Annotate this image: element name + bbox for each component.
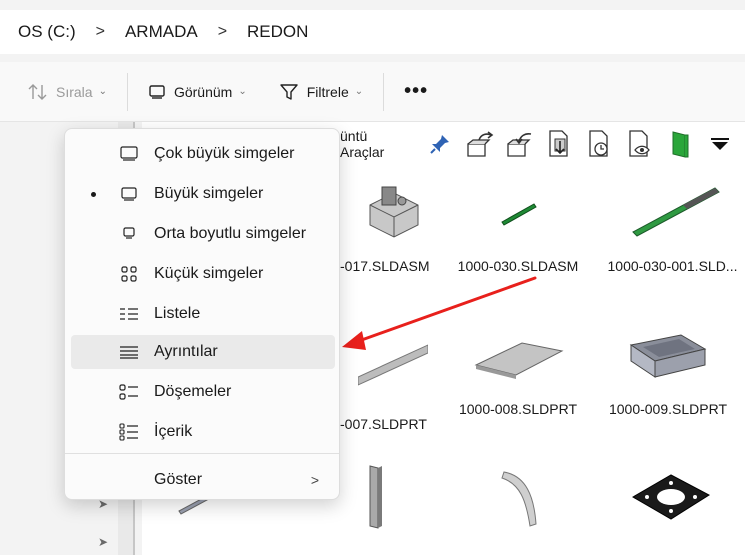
menu-item-label: Döşemeler: [154, 383, 232, 400]
menu-item-label: Küçük simgeler: [154, 265, 264, 282]
content-icon: [119, 422, 139, 442]
menu-item-medium-icons[interactable]: Orta boyutlu simgeler: [71, 217, 335, 251]
menu-item-label: İçerik: [154, 423, 193, 440]
menu-item-small-icons[interactable]: Küçük simgeler: [71, 257, 335, 291]
chevron-right-icon: >: [310, 472, 319, 488]
menu-item-large-icons[interactable]: Büyük simgeler: [71, 177, 335, 211]
menu-item-label: Göster: [154, 471, 203, 488]
menu-item-content[interactable]: İçerik: [71, 415, 335, 449]
monitor-icon: [119, 184, 139, 204]
menu-item-label: Çok büyük simgeler: [154, 145, 295, 162]
monitor-icon: [119, 144, 139, 164]
menu-item-label: Listele: [154, 305, 201, 322]
menu-item-label: Orta boyutlu simgeler: [154, 225, 307, 242]
menu-divider: [65, 453, 339, 454]
list-icon: [119, 304, 139, 324]
details-icon: [119, 342, 139, 362]
selected-bullet-icon: [91, 191, 96, 197]
menu-item-label: Ayrıntılar: [154, 343, 218, 360]
menu-item-show[interactable]: Göster >: [71, 463, 335, 497]
menu-item-list[interactable]: Listele: [71, 297, 335, 331]
monitor-small-icon: [119, 224, 139, 244]
view-dropdown-menu: Çok büyük simgeler Büyük simgeler Orta b…: [64, 128, 340, 500]
menu-item-details[interactable]: Ayrıntılar: [71, 335, 335, 369]
menu-item-tiles[interactable]: Döşemeler: [71, 375, 335, 409]
grid-icon: [119, 264, 139, 284]
menu-item-label: Büyük simgeler: [154, 185, 264, 202]
tiles-icon: [119, 382, 139, 402]
menu-item-extra-large-icons[interactable]: Çok büyük simgeler: [71, 137, 335, 171]
